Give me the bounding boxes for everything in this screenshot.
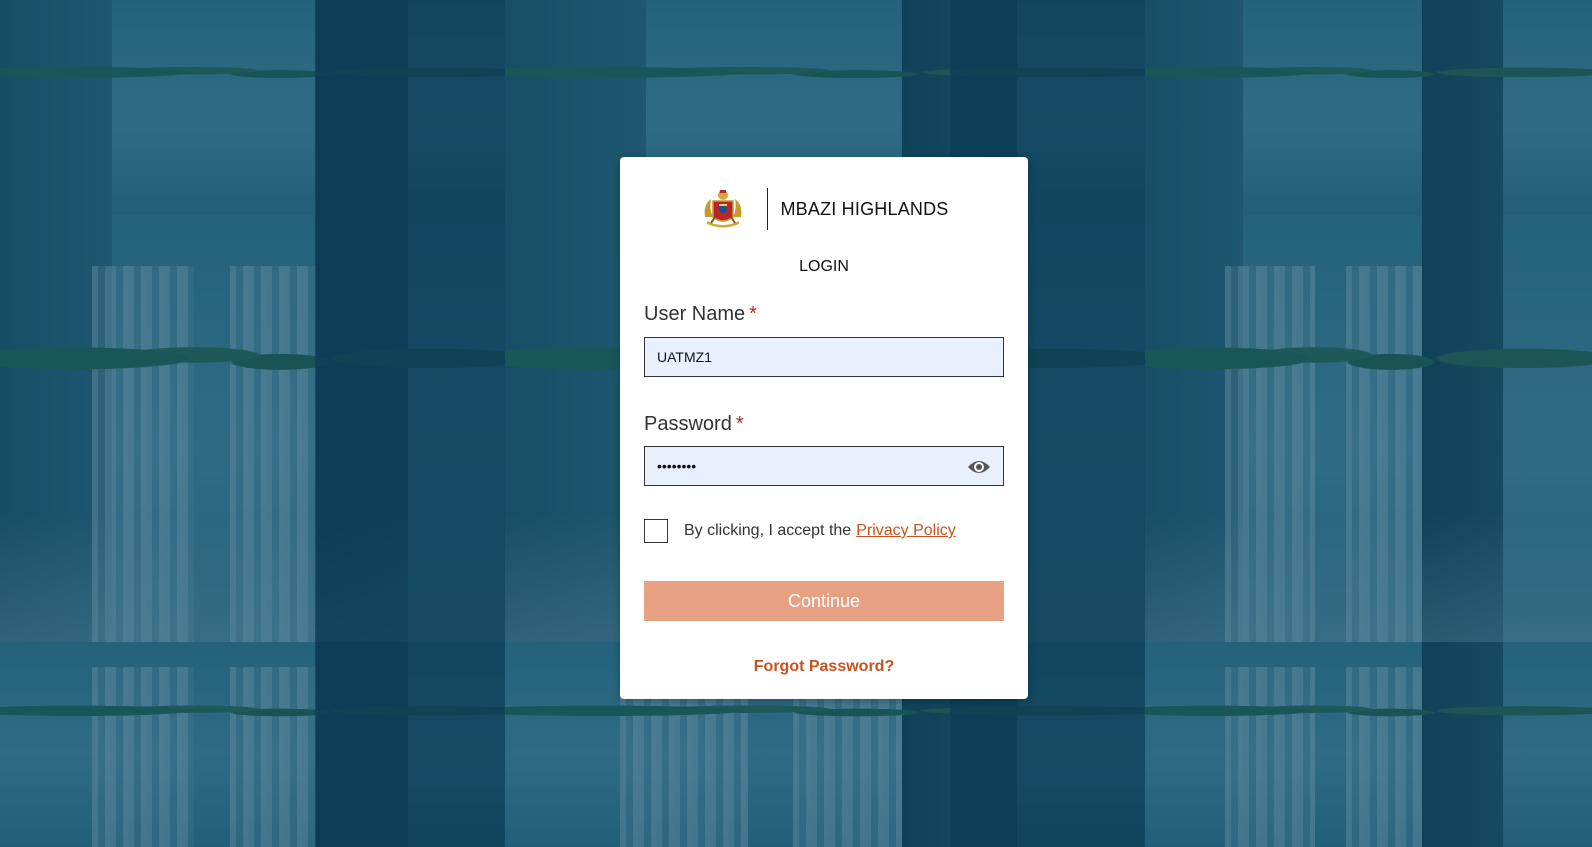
- password-field-container: [644, 446, 1004, 486]
- brand-header: MBAZI HIGHLANDS: [620, 187, 1028, 231]
- privacy-policy-link[interactable]: Privacy Policy: [856, 522, 956, 540]
- eye-icon[interactable]: [967, 457, 991, 477]
- password-label: Password *: [644, 413, 744, 436]
- username-label: User Name *: [644, 303, 757, 326]
- page-title: LOGIN: [799, 258, 849, 275]
- username-field-container: [644, 337, 1004, 377]
- privacy-consent-checkbox[interactable]: [644, 519, 668, 543]
- required-mark: *: [749, 303, 757, 325]
- password-label-text: Password: [644, 413, 732, 435]
- login-card: MBAZI HIGHLANDS LOGIN User Name* Passwor…: [620, 157, 1028, 699]
- required-mark: *: [735, 413, 744, 435]
- username-label-text: User Name: [644, 303, 746, 325]
- consent-row: By clicking, I accept the Privacy Policy: [644, 519, 956, 543]
- consent-text: By clicking, I accept the: [684, 522, 852, 539]
- brand-title: MBAZI HIGHLANDS: [780, 198, 949, 219]
- brand-divider: [767, 188, 769, 230]
- continue-button[interactable]: Continue: [644, 581, 1004, 621]
- password-input[interactable]: [645, 447, 1003, 485]
- username-input[interactable]: [645, 338, 1003, 376]
- forgot-password-link[interactable]: Forgot Password?: [620, 658, 1028, 676]
- state-emblem-icon: [705, 190, 742, 228]
